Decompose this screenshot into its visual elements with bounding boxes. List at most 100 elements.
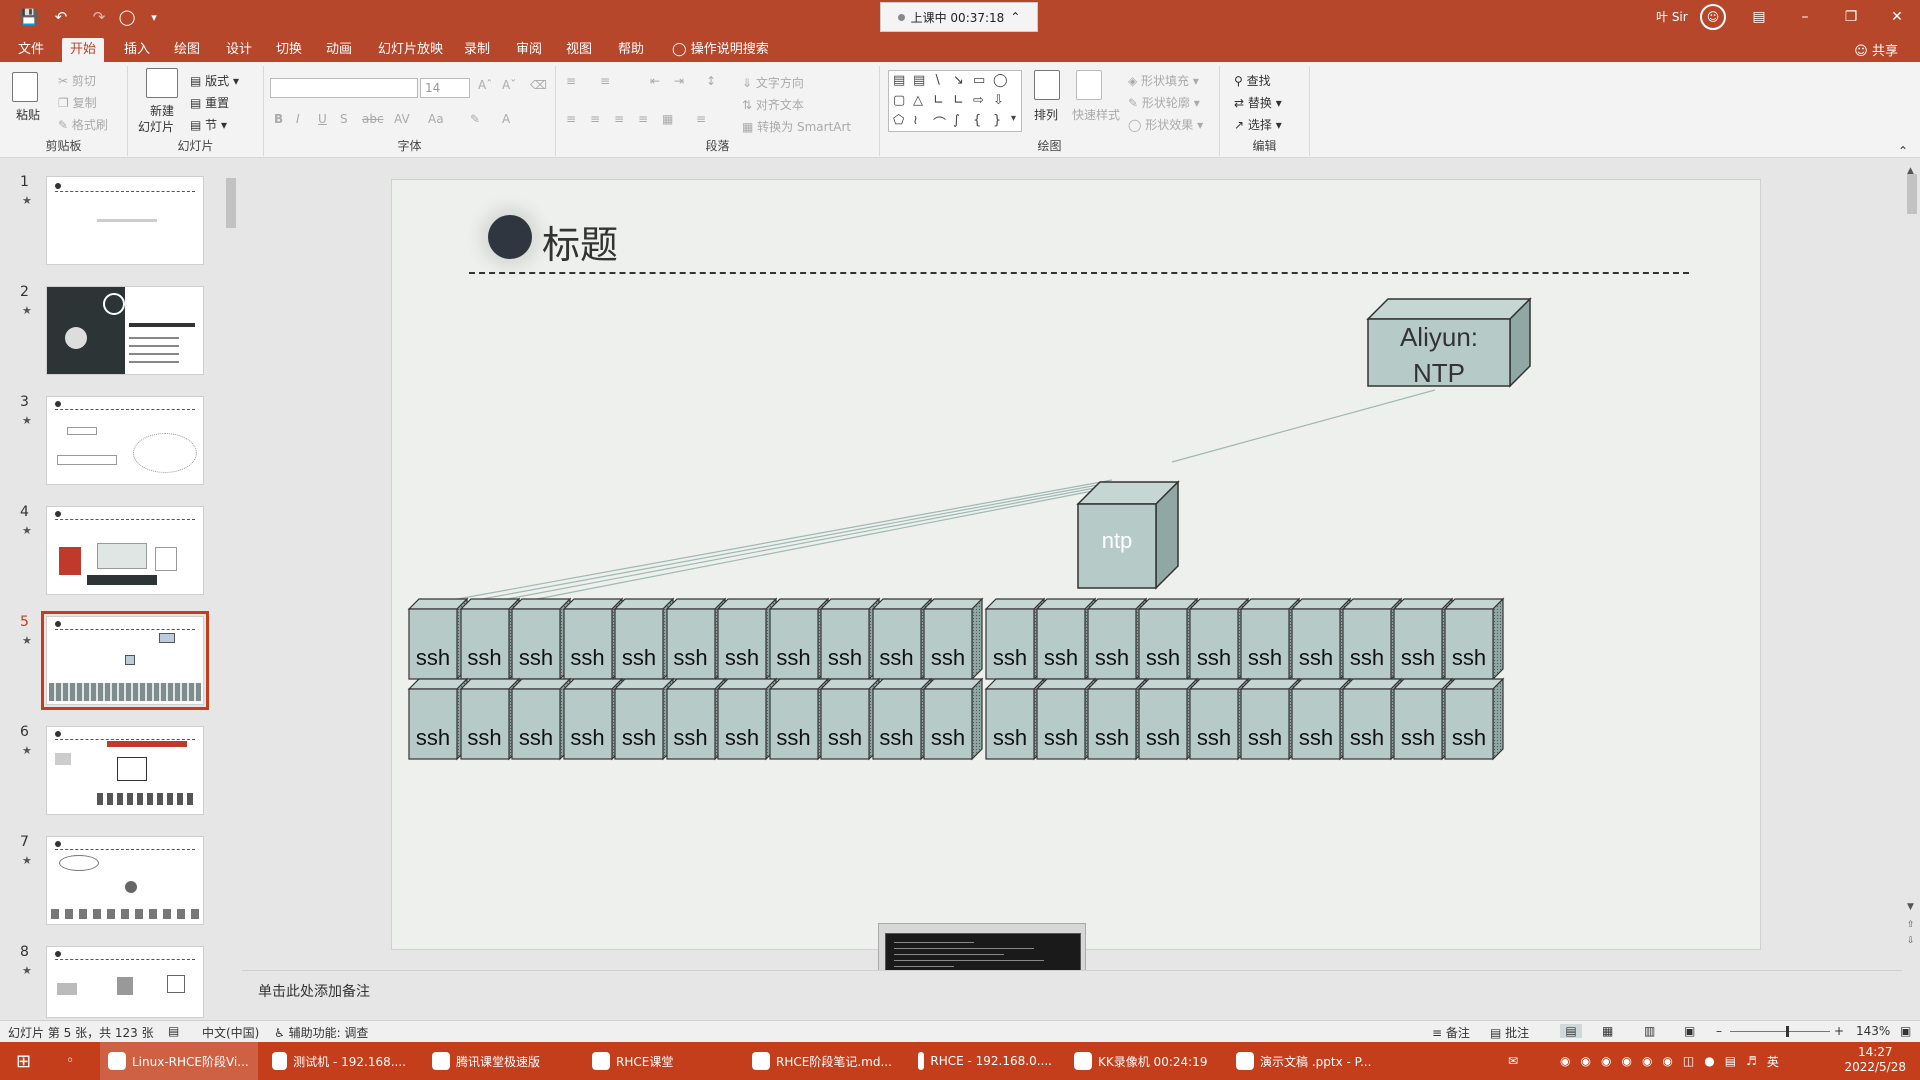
bullets-icon[interactable]: ≡ xyxy=(566,74,576,88)
user-avatar[interactable]: ☺ xyxy=(1700,4,1726,30)
find-button[interactable]: ⚲ 查找 xyxy=(1234,72,1271,89)
down-arrow-shape-icon[interactable]: ⇩ xyxy=(993,93,1004,108)
usb-icon[interactable]: ◫ xyxy=(1683,1054,1694,1068)
slide-scroll-thumb[interactable] xyxy=(1907,174,1917,214)
ssh-client-cube[interactable]: ssh xyxy=(984,677,1046,761)
taskbar-clock[interactable]: 14:27 2022/5/28 xyxy=(1844,1045,1906,1075)
smartart-button[interactable]: ▦ 转换为 SmartArt xyxy=(742,118,851,135)
ssh-client-cube[interactable]: ssh xyxy=(1392,677,1454,761)
ssh-client-cube[interactable]: ssh xyxy=(562,677,623,761)
task-view-icon[interactable]: ◦ xyxy=(58,1042,82,1080)
ssh-client-cube[interactable]: ssh xyxy=(1443,677,1505,761)
ssh-client-cube[interactable]: ssh xyxy=(562,597,623,681)
thumbnail-slide-6[interactable]: 6 ★ xyxy=(0,708,240,815)
slideshow-view-icon[interactable]: ▣ xyxy=(1684,1024,1695,1038)
quick-styles-icon[interactable] xyxy=(1076,70,1102,100)
tray-app-icon[interactable]: ◉ xyxy=(1601,1054,1611,1068)
zoom-in-icon[interactable]: + xyxy=(1834,1024,1844,1038)
cut-button[interactable]: ✂ 剪切 xyxy=(58,72,96,89)
spellcheck-icon[interactable]: ▤ xyxy=(168,1024,179,1038)
chat-icon[interactable]: ✉ xyxy=(1500,1042,1526,1080)
slide-sorter-icon[interactable]: ▦ xyxy=(1602,1024,1613,1038)
select-button[interactable]: ↗ 选择 ▾ xyxy=(1234,116,1282,133)
tray-app-icon[interactable]: ◉ xyxy=(1642,1054,1652,1068)
ssh-client-cube[interactable]: ssh xyxy=(871,597,932,681)
ssh-client-cube[interactable]: ssh xyxy=(1035,677,1097,761)
freeform-shape-icon[interactable]: ∫ xyxy=(953,113,960,128)
notes-placeholder[interactable]: 单击此处添加备注 xyxy=(258,981,370,1001)
ssh-client-cube[interactable]: ssh xyxy=(1239,677,1301,761)
tell-me-box[interactable]: ◯ 操作说明搜索 xyxy=(664,38,777,62)
shape-outline-button[interactable]: ✎ 形状轮廓 ▾ xyxy=(1128,94,1200,111)
ntp-server-cube[interactable]: ntp xyxy=(1076,480,1180,590)
ssh-client-cube[interactable]: ssh xyxy=(922,597,984,681)
char-spacing-icon[interactable]: AV xyxy=(394,112,410,126)
thumbnail-scrollbar[interactable] xyxy=(224,158,238,1018)
thumbnail-image[interactable] xyxy=(46,176,204,265)
font-size-field[interactable]: 14 xyxy=(420,78,470,98)
increase-font-icon[interactable]: Aˆ xyxy=(478,78,492,92)
fit-to-window-icon[interactable]: ▣ xyxy=(1900,1024,1911,1038)
tab-draw[interactable]: 绘图 xyxy=(166,38,208,62)
ssh-client-cube[interactable]: ssh xyxy=(1137,597,1199,681)
chevron-up-icon[interactable]: ⌃ xyxy=(1010,10,1020,24)
zoom-out-icon[interactable]: – xyxy=(1716,1024,1722,1038)
triangle-shape-icon[interactable]: △ xyxy=(913,93,923,108)
shape-effects-button[interactable]: ◯ 形状效果 ▾ xyxy=(1128,116,1203,133)
ssh-client-cube[interactable]: ssh xyxy=(768,677,829,761)
tray-app-icon[interactable]: ◉ xyxy=(1621,1054,1631,1068)
arc-shape-icon[interactable]: ⌒ xyxy=(933,113,946,132)
ssh-client-cube[interactable]: ssh xyxy=(510,677,572,761)
arrange-icon[interactable] xyxy=(1034,70,1060,100)
slide-vertical-scrollbar[interactable]: ▲ ▼ ⇧ ⇩ xyxy=(1904,158,1920,968)
section-button[interactable]: ▤ 节 ▾ xyxy=(190,116,227,133)
comments-button[interactable]: ▤ 批注 xyxy=(1490,1024,1529,1041)
paste-button[interactable]: 粘贴 xyxy=(16,106,40,123)
ribbon-display-icon[interactable]: ▤ xyxy=(1736,0,1782,34)
vtextbox-shape-icon[interactable]: ▤ xyxy=(913,73,925,88)
prev-slide-icon[interactable]: ⇧ xyxy=(1907,920,1915,930)
reading-view-icon[interactable]: ▥ xyxy=(1644,1024,1655,1038)
ssh-client-cube[interactable]: ssh xyxy=(1086,597,1148,681)
tab-insert[interactable]: 插入 xyxy=(116,38,158,62)
recording-indicator[interactable]: 上课中 00:37:18 ⌃ xyxy=(880,2,1038,32)
increase-indent-icon[interactable]: ⇥ xyxy=(674,74,684,88)
notes-pane[interactable]: 单击此处添加备注 xyxy=(242,970,1902,1020)
quick-styles-button[interactable]: 快速样式 xyxy=(1072,106,1120,123)
zoom-slider[interactable] xyxy=(1730,1031,1830,1032)
volume-icon[interactable]: ♬ xyxy=(1746,1054,1757,1068)
ssh-client-cube[interactable]: ssh xyxy=(1392,597,1454,681)
text-direction-button[interactable]: ⇓ 文字方向 xyxy=(742,74,804,91)
ssh-client-cube[interactable]: ssh xyxy=(1290,597,1352,681)
new-slide-icon[interactable] xyxy=(146,68,178,98)
ssh-client-cube[interactable]: ssh xyxy=(1341,677,1403,761)
network-icon[interactable]: ▤ xyxy=(1725,1054,1736,1068)
taskbar-item-5[interactable]: RHCE - 192.168.0.... xyxy=(910,1042,1060,1080)
redo-icon[interactable]: ↷ xyxy=(88,6,110,28)
tab-review[interactable]: 审阅 xyxy=(508,38,550,62)
align-right-icon[interactable]: ≡ xyxy=(614,112,624,126)
ssh-client-cube[interactable]: ssh xyxy=(871,677,932,761)
align-left-icon[interactable]: ≡ xyxy=(566,112,576,126)
thumbnail-image-selected[interactable] xyxy=(41,611,209,710)
normal-view-icon[interactable]: ▤ xyxy=(1560,1024,1582,1038)
elbow-connector-icon[interactable]: ∟ xyxy=(933,93,944,108)
ssh-client-cube[interactable]: ssh xyxy=(1035,597,1097,681)
restore-icon[interactable]: ❐ xyxy=(1828,0,1874,34)
thumbnail-image[interactable] xyxy=(46,836,204,925)
thumbnail-slide-7[interactable]: 7 ★ xyxy=(0,818,240,925)
scroll-down-icon[interactable]: ▼ xyxy=(1907,902,1914,912)
ssh-client-cube[interactable]: ssh xyxy=(1188,677,1250,761)
slide-canvas[interactable]: 标题 Aliyun: NTP ntp ssh ssh ssh ssh ssh ssh ssh… xyxy=(391,179,1761,950)
ssh-client-cube[interactable]: ssh xyxy=(459,597,520,681)
language-indicator[interactable]: 中文(中国) xyxy=(202,1024,259,1041)
replace-button[interactable]: ⇄ 替换 ▾ xyxy=(1234,94,1282,111)
minimize-icon[interactable]: – xyxy=(1782,0,1828,34)
line-shape-icon[interactable]: ∖ xyxy=(933,73,941,88)
user-name[interactable]: 叶 Sir xyxy=(1656,8,1688,25)
ssh-client-cube[interactable]: ssh xyxy=(1443,597,1505,681)
ssh-client-cube[interactable]: ssh xyxy=(510,597,572,681)
ssh-client-cube[interactable]: ssh xyxy=(1188,597,1250,681)
underline-icon[interactable]: U xyxy=(318,112,327,126)
font-name-field[interactable] xyxy=(270,78,418,98)
